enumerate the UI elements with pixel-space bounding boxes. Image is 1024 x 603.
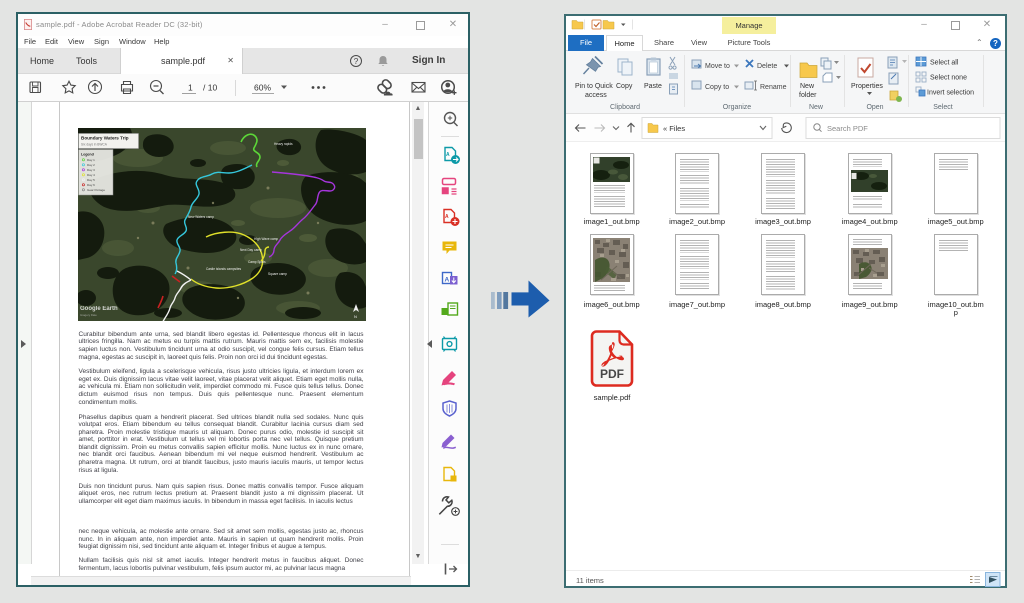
svg-text:N: N bbox=[354, 314, 357, 319]
svg-text:Square camp: Square camp bbox=[268, 272, 287, 276]
svg-text:Select all: Select all bbox=[930, 60, 959, 67]
svg-text:Day 3: Day 3 bbox=[87, 168, 95, 172]
svg-text:PDF: PDF bbox=[600, 367, 624, 381]
svg-text:New Waters camp: New Waters camp bbox=[188, 215, 214, 219]
svg-text:Boundary Waters Trip: Boundary Waters Trip bbox=[81, 136, 129, 141]
svg-text:Six days in BWCA: Six days in BWCA bbox=[81, 143, 108, 147]
svg-text:Camp Spots: Camp Spots bbox=[248, 260, 266, 264]
svg-text:Search PDF: Search PDF bbox=[827, 124, 868, 133]
svg-text:Heavy rapids: Heavy rapids bbox=[274, 142, 293, 146]
svg-text:Move to: Move to bbox=[705, 63, 730, 70]
svg-text:Open: Open bbox=[866, 104, 883, 111]
svg-text:Organize: Organize bbox=[723, 104, 752, 111]
svg-text:folder: folder bbox=[799, 92, 817, 99]
svg-text:Clipboard: Clipboard bbox=[610, 104, 640, 111]
svg-text:1: 1 bbox=[188, 83, 193, 93]
svg-text:Copy to: Copy to bbox=[705, 84, 729, 91]
svg-text:New: New bbox=[809, 104, 824, 111]
svg-text:Invert selection: Invert selection bbox=[927, 90, 974, 97]
svg-text:Copy: Copy bbox=[616, 83, 633, 90]
svg-text:Castle islands campsites: Castle islands campsites bbox=[206, 267, 241, 271]
svg-text:New: New bbox=[800, 83, 815, 90]
svg-text:Next Day camp: Next Day camp bbox=[240, 248, 262, 252]
svg-text:A: A bbox=[446, 152, 450, 158]
svg-text:Day 5: Day 5 bbox=[87, 178, 95, 182]
svg-text:Properties: Properties bbox=[851, 83, 883, 90]
svg-text:Paste: Paste bbox=[644, 83, 662, 90]
svg-text:access: access bbox=[585, 92, 607, 99]
svg-text:Legend: Legend bbox=[81, 153, 94, 157]
svg-text:« Files: « Files bbox=[663, 124, 685, 133]
svg-text:60%: 60% bbox=[254, 83, 271, 93]
svg-text:Gear Portage: Gear Portage bbox=[87, 188, 105, 192]
svg-text:Day 6: Day 6 bbox=[87, 183, 95, 187]
svg-text:Delete: Delete bbox=[757, 63, 777, 70]
svg-text:Pin to Quick: Pin to Quick bbox=[575, 83, 613, 90]
svg-text:Google Earth: Google Earth bbox=[80, 306, 118, 312]
svg-text:High Wave camp: High Wave camp bbox=[254, 237, 278, 241]
svg-text:Select: Select bbox=[933, 104, 953, 111]
svg-text:Day 4: Day 4 bbox=[87, 173, 95, 177]
svg-text:A: A bbox=[445, 214, 449, 220]
svg-text:Select none: Select none bbox=[930, 75, 967, 82]
svg-text:Day 1: Day 1 bbox=[87, 158, 95, 162]
svg-text:Rename: Rename bbox=[760, 84, 787, 91]
svg-text:A: A bbox=[445, 277, 450, 284]
svg-text:/ 10: / 10 bbox=[203, 83, 217, 93]
svg-text:Imagery Date: Imagery Date bbox=[80, 313, 97, 317]
svg-text:Day 2: Day 2 bbox=[87, 163, 95, 167]
